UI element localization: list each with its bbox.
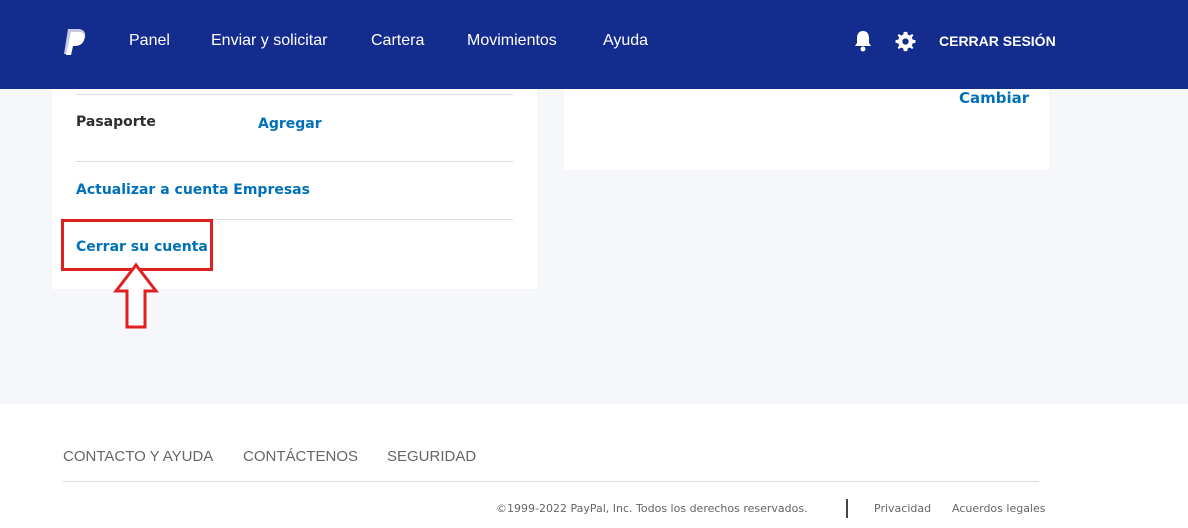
arrow-up-icon xyxy=(113,262,159,329)
paypal-logo[interactable] xyxy=(62,27,88,57)
nav-wallet[interactable]: Cartera xyxy=(371,32,424,50)
passport-label: Pasaporte xyxy=(76,114,156,130)
nav-panel[interactable]: Panel xyxy=(129,32,170,50)
top-navigation-bar: Panel Enviar y solicitar Cartera Movimie… xyxy=(0,0,1188,89)
vertical-separator xyxy=(846,499,848,518)
footer-link-security[interactable]: SEGURIDAD xyxy=(387,448,476,465)
divider xyxy=(76,161,513,162)
change-link[interactable]: Cambiar xyxy=(959,89,1029,107)
nav-activity[interactable]: Movimientos xyxy=(467,32,557,50)
nav-help[interactable]: Ayuda xyxy=(603,32,648,50)
side-settings-card: Cambiar xyxy=(564,89,1049,170)
legal-agreements-link[interactable]: Acuerdos legales xyxy=(952,502,1046,515)
bell-icon[interactable] xyxy=(853,30,873,52)
logout-button[interactable]: CERRAR SESIÓN xyxy=(939,33,1056,49)
add-passport-link[interactable]: Agregar xyxy=(258,116,322,132)
footer-divider xyxy=(63,481,1039,482)
nav-send-and-request[interactable]: Enviar y solicitar xyxy=(211,32,327,50)
footer-link-contact-us[interactable]: CONTÁCTENOS xyxy=(243,448,358,465)
copyright-text: ©1999-2022 PayPal, Inc. Todos los derech… xyxy=(496,502,808,515)
gear-icon[interactable] xyxy=(895,31,916,52)
footer: CONTACTO Y AYUDA CONTÁCTENOS SEGURIDAD ©… xyxy=(0,404,1188,528)
divider xyxy=(76,94,513,95)
footer-link-contact-help[interactable]: CONTACTO Y AYUDA xyxy=(63,448,213,465)
upgrade-to-business-link[interactable]: Actualizar a cuenta Empresas xyxy=(76,182,310,198)
privacy-link[interactable]: Privacidad xyxy=(874,502,931,515)
